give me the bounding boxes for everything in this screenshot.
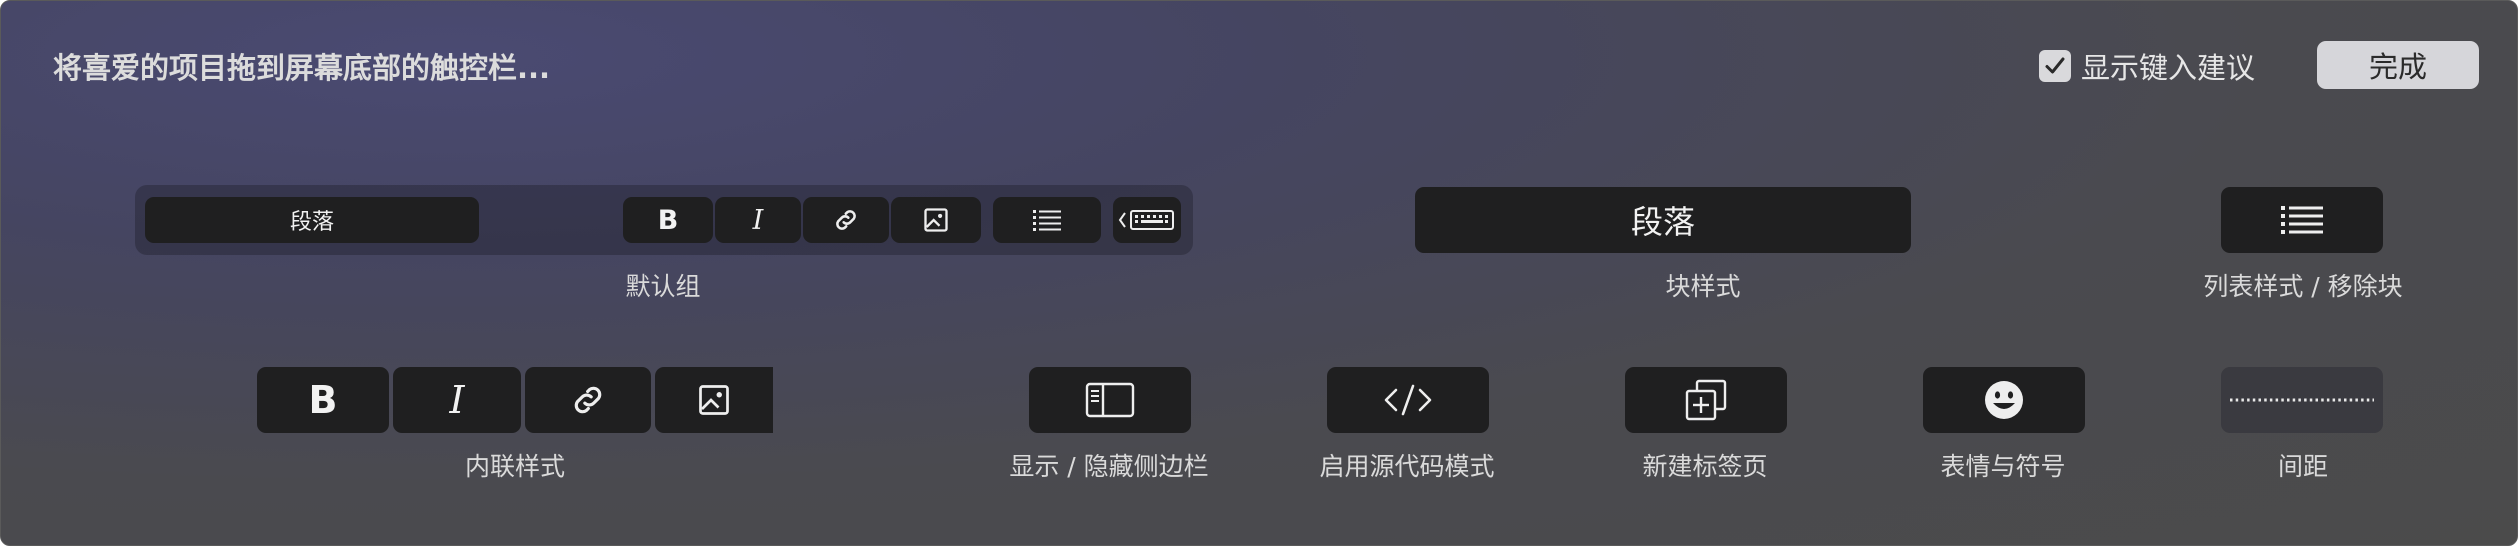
sidebar-icon (1085, 382, 1135, 418)
inline-image-key[interactable] (655, 367, 773, 433)
default-keyboard-key[interactable] (1113, 197, 1181, 243)
list-style-key[interactable] (2221, 187, 2383, 253)
sidebar-toggle-label: 显示 / 隐藏侧边栏 (1009, 452, 1209, 481)
default-link-key[interactable] (803, 197, 889, 243)
inline-bold-key[interactable]: B (257, 367, 389, 433)
typing-suggestions-label: 显示键入建议 (2081, 51, 2256, 85)
link-icon (836, 210, 856, 230)
checkmark-icon (2045, 57, 2065, 74)
typing-suggestions-option[interactable]: 显示键入建议 (2039, 45, 2255, 87)
source-mode-label: 启用源代码模式 (1319, 452, 1495, 481)
default-list-key[interactable] (993, 197, 1101, 243)
image-icon (924, 208, 948, 232)
emoji-key[interactable] (1923, 367, 2085, 433)
spacer-dots-icon (2230, 398, 2374, 402)
list-style-label: 列表样式 / 移除块 (2203, 272, 2403, 301)
inline-link-key[interactable] (525, 367, 651, 433)
typing-suggestions-checkbox[interactable] (2039, 50, 2071, 82)
new-tab-icon (1685, 379, 1727, 421)
block-style-label: 块样式 (1665, 272, 1741, 301)
inline-italic-key[interactable]: I (393, 367, 521, 433)
default-group-label: 默认组 (625, 272, 701, 301)
default-paragraph-key[interactable]: 段落 (145, 197, 479, 243)
inline-style-label: 内联样式 (464, 452, 566, 481)
link-icon (574, 386, 602, 414)
list-icon (1033, 210, 1061, 231)
list-icon (2281, 206, 2323, 234)
code-icon (1384, 384, 1432, 416)
default-italic-key[interactable]: I (715, 197, 801, 243)
keyboard-icon (1118, 210, 1174, 230)
panel-title: 将喜爱的项目拖到屏幕底部的触控栏... (53, 51, 551, 85)
sidebar-toggle-key[interactable] (1029, 367, 1191, 433)
block-style-key[interactable]: 段落 (1415, 187, 1911, 253)
touchbar-customization-panel: 将喜爱的项目拖到屏幕底部的触控栏... 显示键入建议 完成 段落 B I 默认组… (0, 0, 2518, 546)
emoji-label: 表情与符号 (1940, 452, 2066, 481)
spacing-key[interactable] (2221, 367, 2383, 433)
default-image-key[interactable] (891, 197, 981, 243)
new-tab-label: 新建标签页 (1642, 452, 1768, 481)
smiley-icon (1985, 381, 2023, 419)
default-bold-key[interactable]: B (623, 197, 713, 243)
done-button[interactable]: 完成 (2317, 41, 2479, 89)
new-tab-key[interactable] (1625, 367, 1787, 433)
spacing-label: 间距 (2277, 452, 2329, 481)
source-mode-key[interactable] (1327, 367, 1489, 433)
image-icon (699, 385, 729, 415)
